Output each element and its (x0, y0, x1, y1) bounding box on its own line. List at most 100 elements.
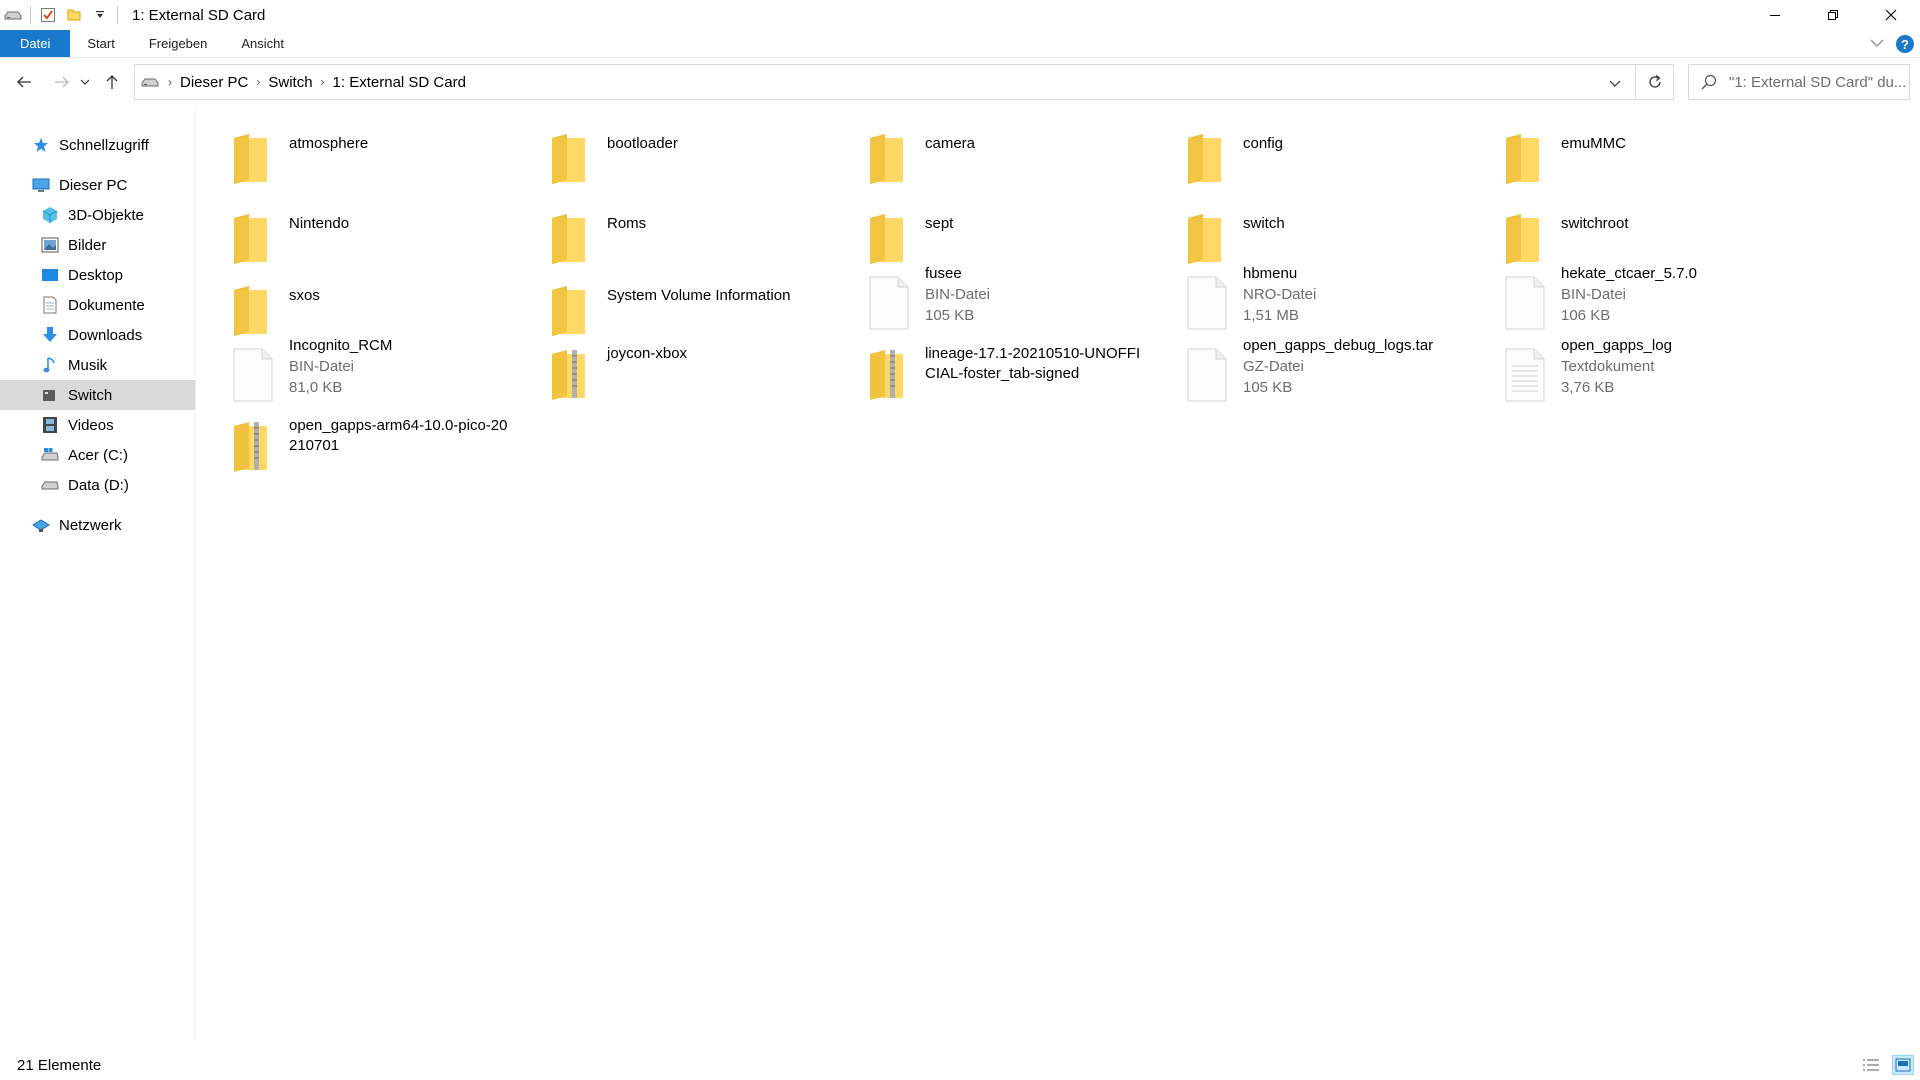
breadcrumb-chevron-icon[interactable]: › (253, 75, 263, 89)
item-name: switch (1243, 215, 1285, 232)
sidebar-item-desktop[interactable]: Desktop (0, 260, 195, 290)
folder-item[interactable]: Roms (515, 200, 833, 270)
folder-item[interactable]: Nintendo (197, 200, 515, 270)
file-type-icon (867, 348, 911, 402)
tab-view[interactable]: Ansicht (224, 30, 301, 57)
refresh-button[interactable] (1636, 64, 1674, 100)
status-bar: 21 Elemente (0, 1050, 1920, 1080)
drive-icon (135, 76, 165, 88)
item-name: open_gapps_log (1561, 337, 1672, 354)
large-icons-view-button[interactable] (1892, 1055, 1914, 1075)
file-item[interactable]: open_gapps_log Textdokument 3,76 KB (1469, 336, 1787, 406)
folder-item[interactable]: System Volume Information (515, 272, 833, 342)
sidebar-item-label: Schnellzugriff (59, 136, 149, 154)
file-item[interactable]: hbmenu NRO-Datei 1,51 MB (1151, 264, 1469, 334)
address-bar[interactable]: › Dieser PC › Switch › 1: External SD Ca… (134, 64, 1636, 100)
restore-button[interactable] (1804, 0, 1862, 30)
item-name: hbmenu (1243, 265, 1298, 282)
new-folder-icon[interactable] (63, 4, 85, 26)
item-type: GZ-Datei (1243, 358, 1304, 375)
item-meta: atmosphere (289, 134, 513, 154)
breadcrumb-switch[interactable]: Switch (263, 74, 317, 91)
refresh-icon (1648, 74, 1661, 88)
zip-folder-icon (870, 350, 903, 400)
item-name: joycon-xbox (607, 345, 688, 362)
sidebar-item-label: Musik (68, 356, 108, 374)
help-icon[interactable]: ? (1896, 35, 1914, 53)
folder-item[interactable]: switch (1151, 200, 1469, 270)
sidebar-item-music[interactable]: Musik (0, 350, 195, 380)
folder-item[interactable]: sxos (197, 272, 515, 342)
sidebar-item-acer-c[interactable]: Acer (C:) (0, 440, 195, 470)
properties-icon[interactable] (37, 4, 59, 26)
file-type-icon (1185, 276, 1229, 330)
window-controls (1746, 0, 1920, 30)
zip-item[interactable]: joycon-xbox (515, 336, 833, 406)
tab-file[interactable]: Datei (0, 30, 71, 57)
up-arrow-icon (106, 75, 118, 89)
expand-ribbon-chevron-icon[interactable] (1870, 35, 1884, 53)
item-meta: Roms (607, 214, 831, 234)
file-item[interactable]: fusee BIN-Datei 105 KB (833, 264, 1151, 334)
sidebar-item-3d-objects[interactable]: 3D-Objekte (0, 200, 195, 230)
folder-item[interactable]: sept (833, 200, 1151, 270)
separator (117, 6, 118, 24)
drive-icon[interactable] (2, 4, 24, 26)
sidebar-item-this-pc[interactable]: Dieser PC (0, 170, 195, 200)
item-name: System Volume Information (607, 287, 791, 304)
file-item[interactable]: open_gapps_debug_logs.tar GZ-Datei 105 KB (1151, 336, 1469, 406)
item-size: 106 KB (1561, 307, 1611, 324)
file-icon (1187, 348, 1227, 402)
search-box[interactable]: "1: External SD Card" du... (1688, 64, 1910, 100)
folder-item[interactable]: bootloader (515, 120, 833, 190)
item-meta: lineage-17.1-20210510-UNOFFICIAL-foster_… (925, 344, 1149, 384)
sidebar-item-label: 3D-Objekte (68, 206, 144, 224)
item-type: Textdokument (1561, 358, 1655, 375)
folder-item[interactable]: emuMMC (1469, 120, 1787, 190)
minimize-button[interactable] (1746, 0, 1804, 30)
up-button[interactable] (98, 67, 126, 97)
zip-item[interactable]: open_gapps-arm64-10.0-pico-20210701 (197, 408, 515, 478)
folder-item[interactable]: atmosphere (197, 120, 515, 190)
item-name: Incognito_RCM (289, 337, 393, 354)
recent-locations-button[interactable] (76, 67, 94, 97)
sidebar-item-label: Netzwerk (59, 516, 122, 534)
folder-item[interactable]: config (1151, 120, 1469, 190)
breadcrumb-current[interactable]: 1: External SD Card (328, 74, 471, 91)
close-button[interactable] (1862, 0, 1920, 30)
sidebar-item-data-d[interactable]: Data (D:) (0, 470, 195, 500)
tab-start[interactable]: Start (70, 30, 131, 57)
folder-item[interactable]: camera (833, 120, 1151, 190)
details-view-button[interactable] (1860, 1055, 1882, 1075)
sidebar-item-documents[interactable]: Dokumente (0, 290, 195, 320)
file-grid: atmosphere bootloader camera config emuMMC Ni… (197, 106, 1920, 1040)
sidebar-item-videos[interactable]: Videos (0, 410, 195, 440)
customize-toolbar-chevron-icon[interactable] (89, 4, 111, 26)
folder-item[interactable]: switchroot (1469, 200, 1787, 270)
forward-button[interactable] (48, 67, 76, 97)
tab-share[interactable]: Freigeben (132, 30, 225, 57)
sidebar-item-label: Dokumente (68, 296, 145, 314)
desktop-icon (40, 265, 60, 285)
zip-item[interactable]: lineage-17.1-20210510-UNOFFICIAL-foster_… (833, 336, 1151, 406)
sidebar-item-label: Bilder (68, 236, 107, 254)
breadcrumb-chevron-icon[interactable]: › (318, 75, 328, 89)
sidebar-item-switch[interactable]: Switch (0, 380, 195, 410)
item-meta: config (1243, 134, 1467, 154)
back-button[interactable] (10, 67, 38, 97)
folder-icon (552, 286, 585, 336)
file-item[interactable]: Incognito_RCM BIN-Datei 81,0 KB (197, 336, 515, 406)
sidebar-item-network[interactable]: Netzwerk (0, 510, 195, 540)
item-name: fusee (925, 265, 962, 282)
sidebar-item-quick-access[interactable]: Schnellzugriff (0, 130, 195, 160)
pictures-icon (40, 235, 60, 255)
sidebar-item-label: Acer (C:) (68, 446, 128, 464)
sidebar-item-pictures[interactable]: Bilder (0, 230, 195, 260)
separator (30, 6, 31, 24)
sidebar-item-downloads[interactable]: Downloads (0, 320, 195, 350)
breadcrumb-dieser-pc[interactable]: Dieser PC (175, 74, 253, 91)
address-dropdown-icon[interactable] (1609, 74, 1621, 92)
file-item[interactable]: hekate_ctcaer_5.7.0 BIN-Datei 106 KB (1469, 264, 1787, 334)
item-name: Roms (607, 215, 647, 232)
breadcrumb-chevron-icon[interactable]: › (165, 75, 175, 89)
